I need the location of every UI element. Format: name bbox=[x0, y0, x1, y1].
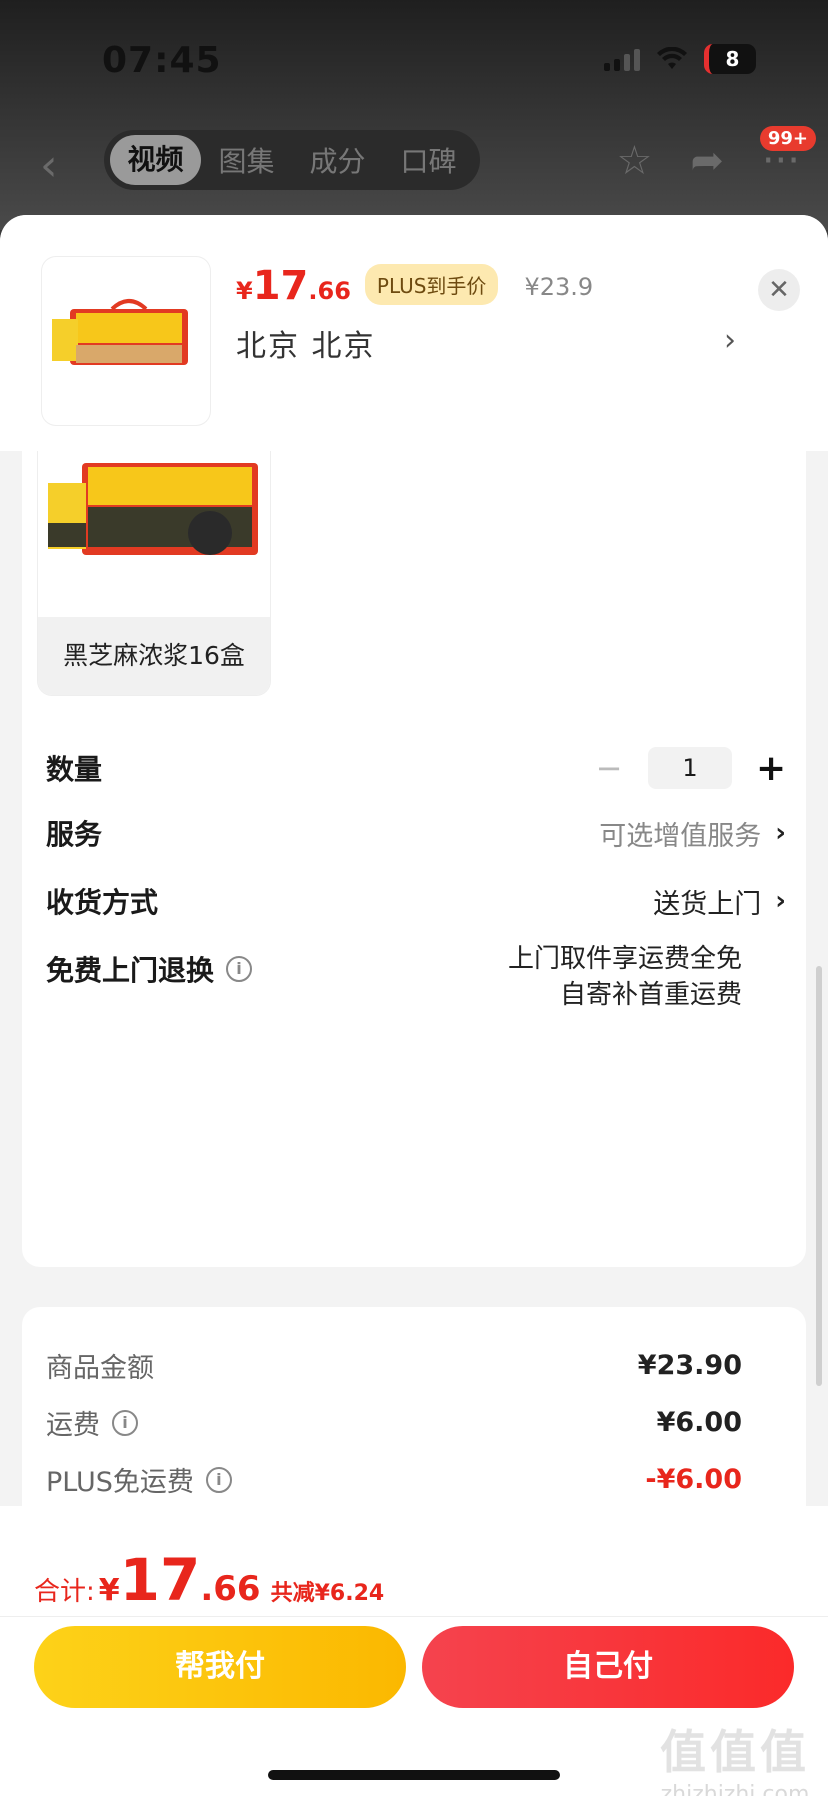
tab-reviews[interactable]: 口碑 bbox=[383, 140, 474, 180]
total-amount: 17 bbox=[119, 1546, 201, 1614]
total-savings: 共减¥6.24 bbox=[270, 1581, 385, 1606]
self-pay-button[interactable]: 自己付 bbox=[422, 1626, 794, 1708]
notification-badge: 99+ bbox=[759, 126, 816, 151]
info-icon[interactable]: i bbox=[112, 1409, 138, 1436]
tab-ingredients[interactable]: 成分 bbox=[292, 140, 383, 180]
purchase-sheet: ¥17.66 PLUS到手价 ¥23.9 北京 北京 › ✕ 黑芝麻浓浆16盒 … bbox=[0, 215, 828, 1796]
fee-row: 运费 i ¥6.00 bbox=[46, 1403, 742, 1442]
delivery-address[interactable]: 北京 北京 bbox=[236, 321, 376, 365]
close-button[interactable]: ✕ bbox=[758, 269, 800, 311]
plus-price: ¥17.66 bbox=[236, 263, 351, 309]
status-icons: 8 bbox=[604, 44, 756, 74]
star-icon[interactable]: ☆ bbox=[616, 138, 652, 184]
chevron-right-icon: › bbox=[775, 886, 786, 916]
media-tabs: 视频 图集 成分 口碑 bbox=[104, 130, 480, 190]
delivery-method-row[interactable]: 收货方式 送货上门 › bbox=[46, 881, 786, 921]
info-icon[interactable]: i bbox=[226, 956, 253, 982]
tab-gallery[interactable]: 图集 bbox=[201, 140, 292, 180]
fee-row: 商品金额 ¥23.90 bbox=[46, 1346, 742, 1385]
fee-value: ¥6.00 bbox=[656, 1407, 742, 1438]
quantity-row: 数量 − 1 + bbox=[46, 747, 786, 789]
service-label: 服务 bbox=[46, 818, 103, 851]
variant-option[interactable]: 黑芝麻浓浆16盒 bbox=[38, 451, 270, 695]
cellular-signal-icon bbox=[604, 47, 640, 71]
chevron-right-icon[interactable]: › bbox=[724, 323, 736, 358]
plus-icon[interactable]: + bbox=[756, 748, 786, 789]
background-page bbox=[0, 0, 828, 230]
watermark: 值值值 zhizhizhi.com bbox=[660, 1725, 810, 1796]
fee-value: -¥6.00 bbox=[645, 1464, 742, 1495]
tab-video[interactable]: 视频 bbox=[110, 135, 201, 185]
help-pay-button[interactable]: 帮我付 bbox=[34, 1626, 406, 1708]
info-icon[interactable]: i bbox=[205, 1466, 232, 1493]
quantity-input[interactable]: 1 bbox=[648, 747, 732, 789]
divider bbox=[0, 1616, 828, 1617]
plus-price-tag: PLUS到手价 bbox=[364, 264, 499, 305]
free-return-label: 免费上门退换 i bbox=[46, 949, 253, 989]
minus-icon[interactable]: − bbox=[594, 749, 624, 787]
delivery-method-label: 收货方式 bbox=[46, 886, 159, 919]
scrollbar[interactable] bbox=[816, 966, 822, 1386]
chevron-right-icon: › bbox=[775, 818, 786, 848]
sheet-header: ¥17.66 PLUS到手价 ¥23.9 北京 北京 › ✕ bbox=[0, 215, 828, 451]
variant-image bbox=[38, 451, 270, 605]
total-row: 合计: ¥ 17 .66 共减¥6.24 bbox=[34, 1546, 385, 1614]
sheet-scroll-area[interactable]: 黑芝麻浓浆16盒 数量 − 1 + 服务 可选增值服务 › 收货方式 送货上门 › bbox=[0, 451, 828, 1571]
share-icon[interactable]: ➦ bbox=[690, 138, 724, 184]
home-indicator bbox=[268, 1770, 560, 1780]
service-value: 可选增值服务 › bbox=[599, 818, 786, 852]
fee-label: 运费 i bbox=[46, 1403, 138, 1442]
status-time: 07:45 bbox=[102, 40, 222, 81]
original-price: ¥23.9 bbox=[524, 273, 594, 301]
fee-row: PLUS免运费 i -¥6.00 bbox=[46, 1460, 742, 1499]
quantity-stepper: − 1 + bbox=[594, 747, 786, 789]
free-return-details: 上门取件享运费全免 自寄补首重运费 bbox=[507, 944, 742, 1010]
price-row: ¥17.66 PLUS到手价 ¥23.9 bbox=[236, 263, 593, 311]
fee-label: PLUS免运费 i bbox=[46, 1460, 232, 1499]
battery-indicator: 8 bbox=[704, 44, 756, 74]
quantity-label: 数量 bbox=[46, 753, 103, 786]
product-thumbnail[interactable] bbox=[42, 257, 210, 425]
delivery-method-value: 送货上门 › bbox=[653, 886, 786, 920]
service-row[interactable]: 服务 可选增值服务 › bbox=[46, 813, 786, 853]
chevron-left-icon[interactable]: ‹ bbox=[40, 140, 58, 191]
checkout-bar: 合计: ¥ 17 .66 共减¥6.24 帮我付 自己付 值值值 zhizhiz… bbox=[0, 1506, 828, 1796]
wifi-icon bbox=[657, 47, 687, 69]
fee-label: 商品金额 bbox=[46, 1353, 154, 1384]
variant-label: 黑芝麻浓浆16盒 bbox=[38, 617, 270, 695]
fee-value: ¥23.90 bbox=[637, 1350, 742, 1381]
